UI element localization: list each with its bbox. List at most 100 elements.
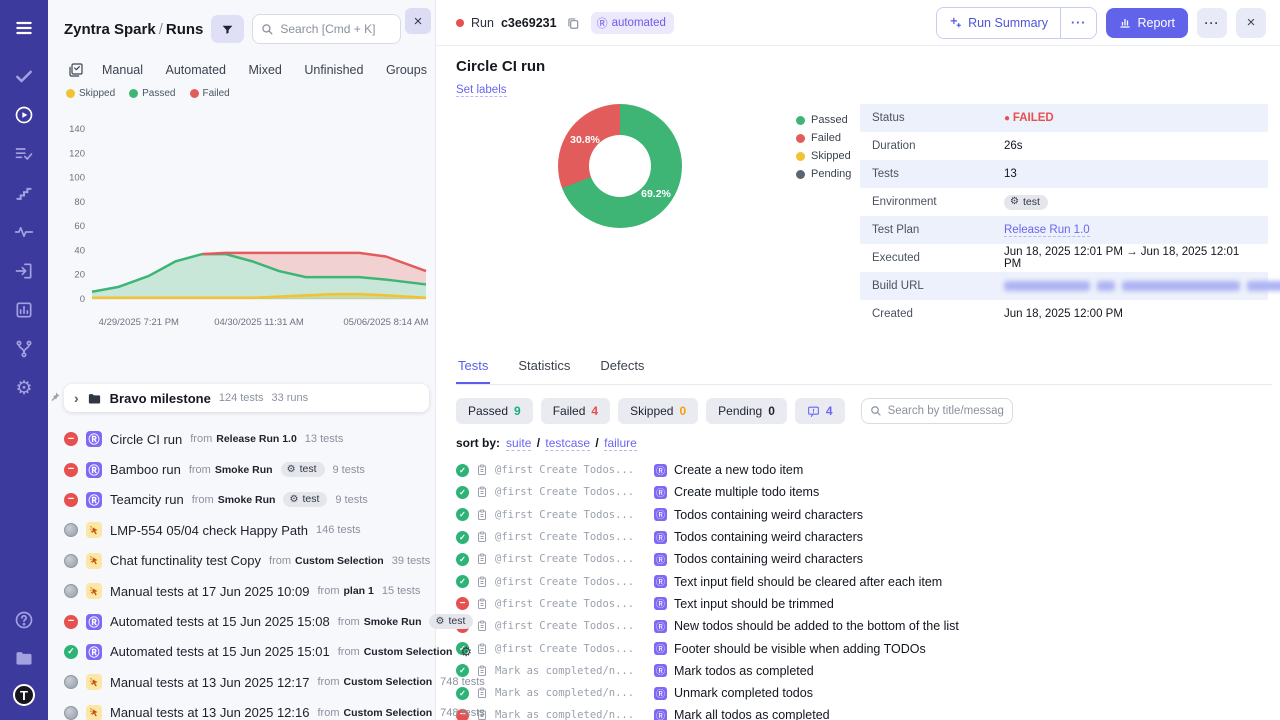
test-row[interactable]: @first Create Todos... New todos should … xyxy=(456,615,1272,637)
run-title[interactable]: Chat functinality test Copy xyxy=(110,553,261,568)
test-suite[interactable]: @first Create Todos... xyxy=(495,576,647,588)
run-list-item[interactable]: Manual tests at 17 Jun 2025 10:09 frompl… xyxy=(64,576,435,606)
runs-filter-tab[interactable]: Unfinished xyxy=(304,63,363,77)
run-list-item[interactable]: LMP-554 05/04 check Happy Path from 146 … xyxy=(64,515,435,545)
set-labels-link[interactable]: Set labels xyxy=(456,84,507,97)
run-list-item[interactable]: Manual tests at 13 Jun 2025 12:17 fromCu… xyxy=(64,667,435,697)
runs-search[interactable] xyxy=(252,14,401,44)
test-title[interactable]: Footer should be visible when adding TOD… xyxy=(674,642,926,656)
milestone-group-row[interactable]: › Bravo milestone 124 tests 33 runs xyxy=(64,384,429,412)
result-filter-chip[interactable]: Failed 4 xyxy=(541,398,610,424)
test-suite[interactable]: Mark as completed/n... xyxy=(495,687,647,699)
close-run-icon[interactable] xyxy=(1236,8,1266,38)
test-title[interactable]: Mark all todos as completed xyxy=(674,708,830,720)
copy-icon[interactable] xyxy=(566,16,580,30)
test-suite[interactable]: @first Create Todos... xyxy=(495,509,647,521)
test-suite[interactable]: @first Create Todos... xyxy=(495,531,647,543)
test-row[interactable]: @first Create Todos... Todos containing … xyxy=(456,504,1272,526)
test-title[interactable]: Text input should be trimmed xyxy=(674,597,834,611)
sort-option[interactable]: failure xyxy=(604,436,637,451)
result-filter-chip[interactable]: Skipped 0 xyxy=(618,398,698,424)
run-list-item[interactable]: Automated tests at 15 Jun 2025 15:08 fro… xyxy=(64,606,435,636)
test-row[interactable]: @first Create Todos... Todos containing … xyxy=(456,526,1272,548)
test-row[interactable]: Mark as completed/n... Mark todos as com… xyxy=(456,660,1272,682)
run-summary-button[interactable]: Run Summary xyxy=(937,8,1060,38)
test-row[interactable]: Mark as completed/n... Unmark completed … xyxy=(456,682,1272,704)
test-row[interactable]: @first Create Todos... Text input should… xyxy=(456,593,1272,615)
panel-close-icon[interactable] xyxy=(405,8,431,34)
runs-filter-tab[interactable]: Manual xyxy=(102,63,143,77)
test-title[interactable]: New todos should be added to the bottom … xyxy=(674,619,959,633)
result-filter-chip[interactable]: Passed 9 xyxy=(456,398,533,424)
branch-icon[interactable] xyxy=(12,337,36,361)
sort-option[interactable]: suite xyxy=(506,436,531,451)
run-title[interactable]: Manual tests at 17 Jun 2025 10:09 xyxy=(110,584,309,599)
test-suite[interactable]: @first Create Todos... xyxy=(495,486,647,498)
pin-icon[interactable] xyxy=(49,390,61,408)
tests-icon[interactable] xyxy=(12,64,36,88)
run-list-item[interactable]: Chat functinality test Copy fromCustom S… xyxy=(64,546,435,576)
sort-option[interactable]: testcase xyxy=(545,436,590,451)
run-title[interactable]: Automated tests at 15 Jun 2025 15:08 xyxy=(110,614,330,629)
runs-search-input[interactable] xyxy=(280,22,392,36)
runs-filter-tab[interactable]: Automated xyxy=(166,63,226,77)
test-title[interactable]: Create a new todo item xyxy=(674,463,803,477)
run-title[interactable]: Manual tests at 13 Jun 2025 12:17 xyxy=(110,675,309,690)
chevron-right-icon[interactable]: › xyxy=(74,391,79,405)
detail-tab[interactable]: Statistics xyxy=(516,354,572,384)
run-title[interactable]: Automated tests at 15 Jun 2025 15:01 xyxy=(110,644,330,659)
runs-icon[interactable] xyxy=(12,103,36,127)
detail-tab[interactable]: Defects xyxy=(598,354,646,384)
settings-gear-icon[interactable] xyxy=(12,376,36,400)
menu-icon[interactable] xyxy=(12,16,36,40)
test-title[interactable]: Todos containing weird characters xyxy=(674,552,863,566)
result-filter-chip[interactable]: 4 xyxy=(795,398,845,424)
test-title[interactable]: Text input field should be cleared after… xyxy=(674,575,942,589)
import-icon[interactable] xyxy=(12,259,36,283)
pulse-icon[interactable] xyxy=(12,220,36,244)
test-row[interactable]: Mark as completed/n... Mark all todos as… xyxy=(456,704,1272,720)
checklist-icon[interactable] xyxy=(68,62,84,78)
run-list-item[interactable]: Circle CI run fromRelease Run 1.0 13 tes… xyxy=(64,424,435,454)
test-title[interactable]: Mark todos as completed xyxy=(674,664,814,678)
analytics-icon[interactable] xyxy=(12,298,36,322)
help-icon[interactable] xyxy=(12,608,36,632)
run-list-item[interactable]: Automated tests at 15 Jun 2025 15:01 fro… xyxy=(64,637,435,667)
more-actions-icon[interactable] xyxy=(1197,8,1227,38)
gear-icon[interactable] xyxy=(460,644,472,660)
project-name[interactable]: Zyntra Spark xyxy=(64,21,156,38)
test-row[interactable]: @first Create Todos... Create a new todo… xyxy=(456,459,1272,481)
run-title[interactable]: Bamboo run xyxy=(110,462,181,477)
test-row[interactable]: @first Create Todos... Footer should be … xyxy=(456,637,1272,659)
test-suite[interactable]: @first Create Todos... xyxy=(495,620,647,632)
test-title[interactable]: Todos containing weird characters xyxy=(674,530,863,544)
test-suite[interactable]: @first Create Todos... xyxy=(495,598,647,610)
app-logo[interactable] xyxy=(13,684,35,706)
result-filter-chip[interactable]: Pending 0 xyxy=(706,398,787,424)
report-button[interactable]: Report xyxy=(1106,8,1188,38)
run-title[interactable]: Teamcity run xyxy=(110,492,184,507)
run-title[interactable]: Manual tests at 13 Jun 2025 12:16 xyxy=(110,705,309,720)
milestones-icon[interactable] xyxy=(12,181,36,205)
run-list-item[interactable]: Manual tests at 13 Jun 2025 12:16 fromCu… xyxy=(64,698,435,720)
test-title[interactable]: Create multiple todo items xyxy=(674,485,819,499)
detail-tab[interactable]: Tests xyxy=(456,354,490,384)
test-row[interactable]: @first Create Todos... Todos containing … xyxy=(456,548,1272,570)
plans-icon[interactable] xyxy=(12,142,36,166)
test-suite[interactable]: @first Create Todos... xyxy=(495,553,647,565)
projects-folder-icon[interactable] xyxy=(12,646,36,670)
test-suite[interactable]: @first Create Todos... xyxy=(495,643,647,655)
test-suite[interactable]: @first Create Todos... xyxy=(495,464,647,476)
run-title[interactable]: LMP-554 05/04 check Happy Path xyxy=(110,523,308,538)
test-title[interactable]: Unmark completed todos xyxy=(674,686,813,700)
test-suite[interactable]: Mark as completed/n... xyxy=(495,709,647,720)
run-summary-more-icon[interactable] xyxy=(1060,8,1097,38)
run-list-item[interactable]: Bamboo run fromSmoke Run test 9 tests xyxy=(64,454,435,484)
test-row[interactable]: @first Create Todos... Text input field … xyxy=(456,570,1272,592)
test-row[interactable]: @first Create Todos... Create multiple t… xyxy=(456,481,1272,503)
run-list-item[interactable]: Teamcity run fromSmoke Run test 9 tests xyxy=(64,485,435,515)
tests-search[interactable] xyxy=(861,398,1013,424)
test-title[interactable]: Todos containing weird characters xyxy=(674,508,863,522)
tests-search-input[interactable] xyxy=(888,405,1004,417)
runs-filter-tab[interactable]: Mixed xyxy=(249,63,282,77)
